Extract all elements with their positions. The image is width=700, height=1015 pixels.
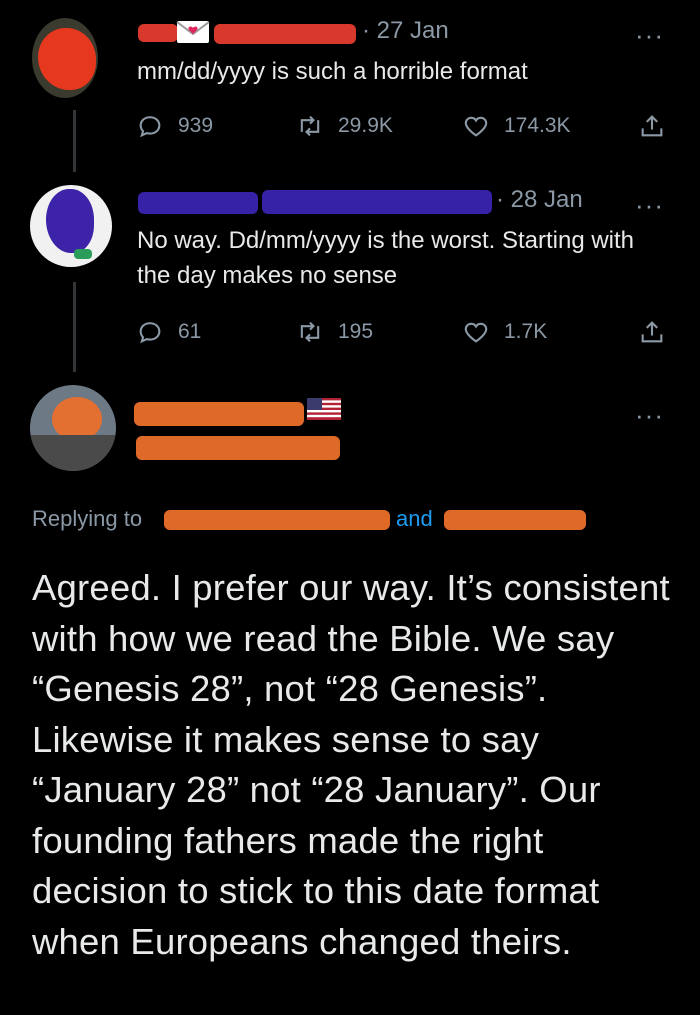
like-count: 174.3K	[504, 114, 571, 137]
like-count: 1.7K	[504, 320, 548, 343]
share-button[interactable]	[638, 112, 666, 140]
flag-icon	[307, 398, 341, 420]
redacted-handle	[136, 436, 340, 460]
tweet-date: · 28 Jan	[496, 186, 583, 213]
more-icon[interactable]: ···	[635, 22, 664, 48]
share-icon	[641, 321, 663, 343]
retweet-button[interactable]: 195	[296, 318, 373, 346]
like-icon	[464, 322, 488, 343]
redacted-name	[138, 192, 258, 214]
like-button[interactable]: 174.3K	[462, 112, 571, 140]
avatar[interactable]	[32, 18, 98, 98]
replying-and[interactable]: and	[396, 506, 433, 532]
retweet-count: 29.9K	[338, 114, 393, 137]
reply-button[interactable]: 939	[136, 112, 213, 140]
more-icon[interactable]: ···	[635, 402, 664, 428]
retweet-button[interactable]: 29.9K	[296, 112, 393, 140]
tweet-text: No way. Dd/mm/yyyy is the worst. Startin…	[137, 227, 635, 289]
tweet-text: mm/dd/yyyy is such a horrible format	[137, 58, 528, 85]
reply-count: 61	[178, 320, 202, 343]
share-icon	[641, 115, 663, 137]
share-button[interactable]	[638, 318, 666, 346]
redacted-mention[interactable]	[444, 510, 586, 530]
retweet-icon	[300, 321, 320, 343]
retweet-count: 195	[338, 320, 374, 343]
more-icon[interactable]: ···	[635, 192, 664, 218]
envelope-icon	[176, 21, 210, 43]
replying-to: Replying to and	[32, 506, 586, 532]
avatar[interactable]	[30, 385, 116, 471]
like-button[interactable]: 1.7K	[462, 318, 547, 346]
retweet-icon	[300, 115, 320, 137]
reply-icon	[139, 322, 161, 344]
thread-line	[73, 110, 76, 172]
redacted-name	[134, 402, 304, 426]
redacted-handle	[214, 24, 356, 44]
redacted-mention[interactable]	[164, 510, 390, 530]
redacted-name	[138, 24, 178, 42]
tweet-date: · 27 Jan	[362, 17, 449, 44]
replying-label: Replying to	[32, 506, 143, 531]
reply-button[interactable]: 61	[136, 318, 201, 346]
thread-line	[73, 282, 76, 372]
avatar[interactable]	[30, 185, 112, 267]
tweet-main-text: Agreed. I prefer our way. It’s consisten…	[32, 567, 670, 962]
like-icon	[464, 116, 488, 137]
reply-icon	[139, 116, 161, 138]
reply-count: 939	[178, 114, 214, 137]
redacted-handle	[262, 190, 492, 214]
